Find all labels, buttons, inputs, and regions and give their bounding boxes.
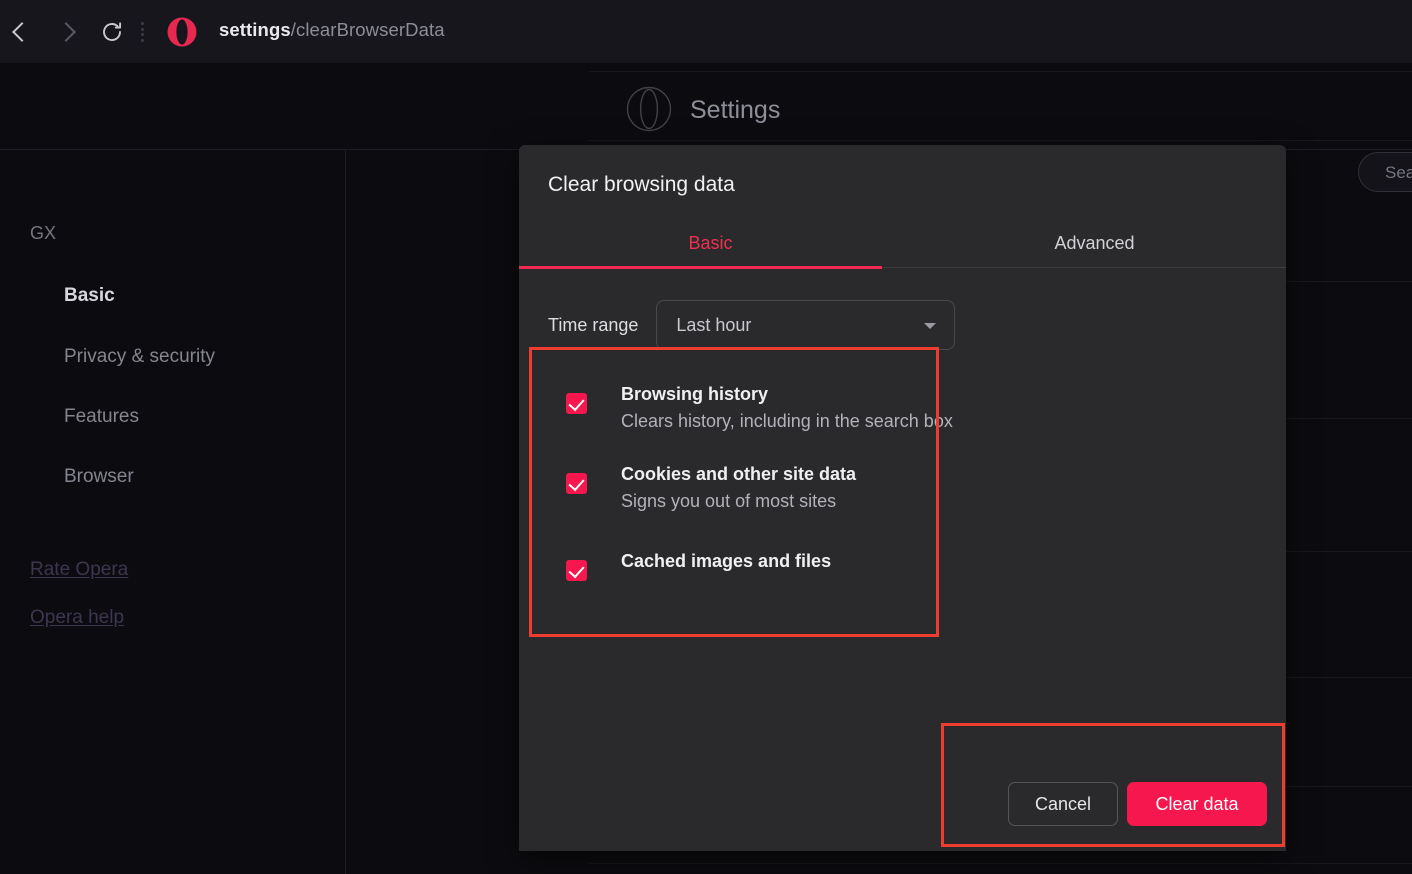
clear-browsing-data-dialog: Clear browsing data Basic Advanced Time … (519, 145, 1286, 851)
cancel-button[interactable]: Cancel (1008, 782, 1118, 826)
url-path: /clearBrowserData (290, 19, 445, 40)
cancel-button-label: Cancel (1034, 793, 1092, 814)
tab-label: Basic (688, 233, 733, 253)
back-button[interactable] (0, 13, 38, 51)
clear-data-button-label: Clear data (1155, 793, 1239, 814)
settings-header: Settings Sea (0, 63, 1412, 192)
url-host: settings (219, 19, 291, 40)
screen: settings/clearBrowserData Settings Sea G… (0, 0, 1412, 874)
option-title: Cached images and files (621, 551, 832, 571)
sidebar-item-label: Privacy & security (64, 346, 215, 367)
time-range-label: Time range (548, 314, 639, 335)
clear-data-button[interactable]: Clear data (1127, 782, 1267, 826)
sidebar-link-rate-opera[interactable]: Rate Opera (30, 559, 128, 581)
sidebar-link-label: Rate Opera (30, 559, 129, 580)
opera-logo-icon[interactable] (167, 17, 197, 47)
tab-label: Advanced (1054, 233, 1135, 253)
tab-advanced[interactable]: Advanced (903, 233, 1286, 254)
dialog-tabs: Basic Advanced (519, 223, 1286, 270)
sidebar-section-label: GX (30, 223, 57, 243)
sidebar-item-browser[interactable]: Browser (64, 466, 134, 488)
opera-logo-outline-icon (626, 86, 672, 132)
sidebar-link-label: Opera help (30, 607, 125, 628)
time-range-value: Last hour (676, 315, 752, 335)
sidebar-item-privacy-security[interactable]: Privacy & security (64, 346, 215, 368)
tab-basic[interactable]: Basic (519, 233, 902, 254)
chevron-left-icon (13, 21, 26, 43)
option-description: Signs you out of most sites (621, 491, 837, 511)
chevron-right-icon (59, 21, 72, 43)
sidebar-item-label: Browser (64, 466, 134, 487)
search-input[interactable]: Sea (1358, 152, 1412, 192)
browser-toolbar: settings/clearBrowserData (0, 0, 1412, 63)
search-input-value: Sea (1385, 163, 1412, 182)
sidebar-divider (345, 150, 346, 874)
reload-button[interactable] (93, 13, 131, 51)
dialog-title: Clear browsing data (548, 173, 735, 196)
sidebar-item-label: Features (64, 406, 139, 427)
time-range-select[interactable]: Last hour (656, 300, 956, 350)
active-tab-underline (519, 266, 882, 269)
vertical-dots-icon[interactable] (139, 22, 145, 42)
chevron-down-icon (924, 323, 937, 329)
sidebar-item-features[interactable]: Features (64, 406, 139, 428)
page-title: Settings (690, 96, 781, 124)
checkbox-browsing-history[interactable] (566, 393, 587, 414)
option-title: Browsing history (621, 384, 769, 404)
time-range-row: Time range Last hour (548, 300, 956, 350)
sidebar-item-label: Basic (64, 285, 115, 306)
checkbox-cached-images-files[interactable] (566, 560, 587, 581)
option-description: Clears history, including in the search … (621, 411, 953, 431)
address-bar[interactable]: settings/clearBrowserData (219, 19, 445, 41)
checkbox-cookies-site-data[interactable] (566, 473, 587, 494)
reload-icon (103, 22, 122, 41)
forward-button[interactable] (46, 13, 84, 51)
option-title: Cookies and other site data (621, 464, 857, 484)
sidebar-link-opera-help[interactable]: Opera help (30, 607, 124, 629)
sidebar-item-basic[interactable]: Basic (64, 285, 115, 307)
